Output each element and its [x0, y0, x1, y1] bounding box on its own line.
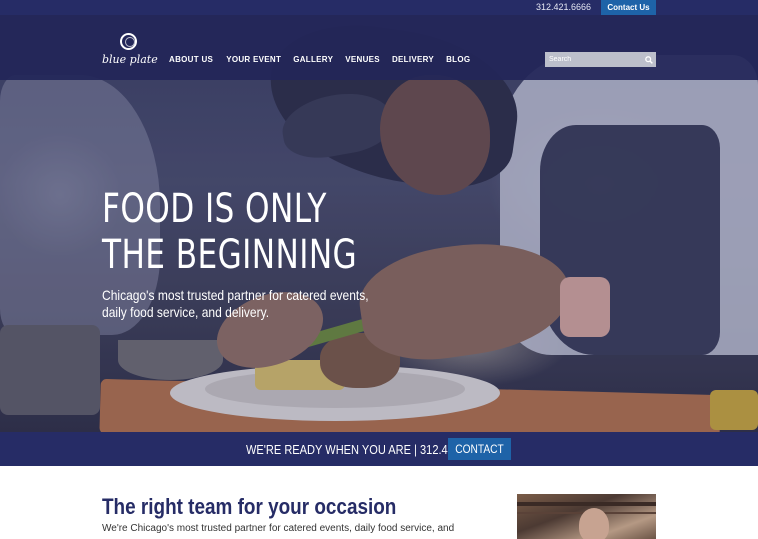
- intro-heading: The right team for your occasion: [102, 494, 397, 519]
- site-logo[interactable]: blue plate: [100, 33, 158, 78]
- cta-contact-label: CONTACT US: [455, 442, 504, 478]
- hero-headline: FOOD IS ONLY THE BEGINNING: [102, 186, 357, 278]
- hero-subtext: Chicago's most trusted partner for cater…: [102, 287, 369, 320]
- search-box: [545, 52, 656, 67]
- primary-nav: ABOUT US YOUR EVENT GALLERY VENUES DELIV…: [169, 55, 470, 64]
- search-input[interactable]: [545, 52, 641, 67]
- top-utility-bar: 312.421.6666 Contact Us: [0, 0, 758, 15]
- nav-item-delivery[interactable]: DELIVERY: [392, 55, 434, 64]
- search-icon: [644, 55, 653, 64]
- nav-item-blog[interactable]: BLOG: [446, 55, 470, 64]
- logo-ring-icon: [120, 33, 137, 50]
- top-contact-button[interactable]: Contact Us: [601, 0, 656, 15]
- intro-photo: [517, 494, 656, 539]
- top-phone-number[interactable]: 312.421.6666: [536, 2, 591, 12]
- cta-band: WE'RE READY WHEN YOU ARE | 312.421.6666 …: [0, 432, 758, 478]
- hero-headline-line-1: FOOD IS ONLY: [102, 186, 327, 232]
- search-button[interactable]: [641, 52, 656, 67]
- main-navbar: blue plate ABOUT US YOUR EVENT GALLERY V…: [0, 15, 758, 80]
- intro-paragraph: We're Chicago's most trusted partner for…: [102, 523, 455, 534]
- photo-person: [579, 508, 609, 539]
- nav-item-venues[interactable]: VENUES: [345, 55, 380, 64]
- nav-item-about-us[interactable]: ABOUT US: [169, 55, 213, 64]
- nav-item-your-event[interactable]: YOUR EVENT: [226, 55, 281, 64]
- logo-wordmark: blue plate: [102, 53, 158, 66]
- nav-item-gallery[interactable]: GALLERY: [293, 55, 333, 64]
- cta-contact-button[interactable]: CONTACT US: [448, 438, 511, 478]
- photo-beam: [517, 502, 656, 506]
- hero-headline-line-2: THE BEGINNING: [102, 232, 358, 278]
